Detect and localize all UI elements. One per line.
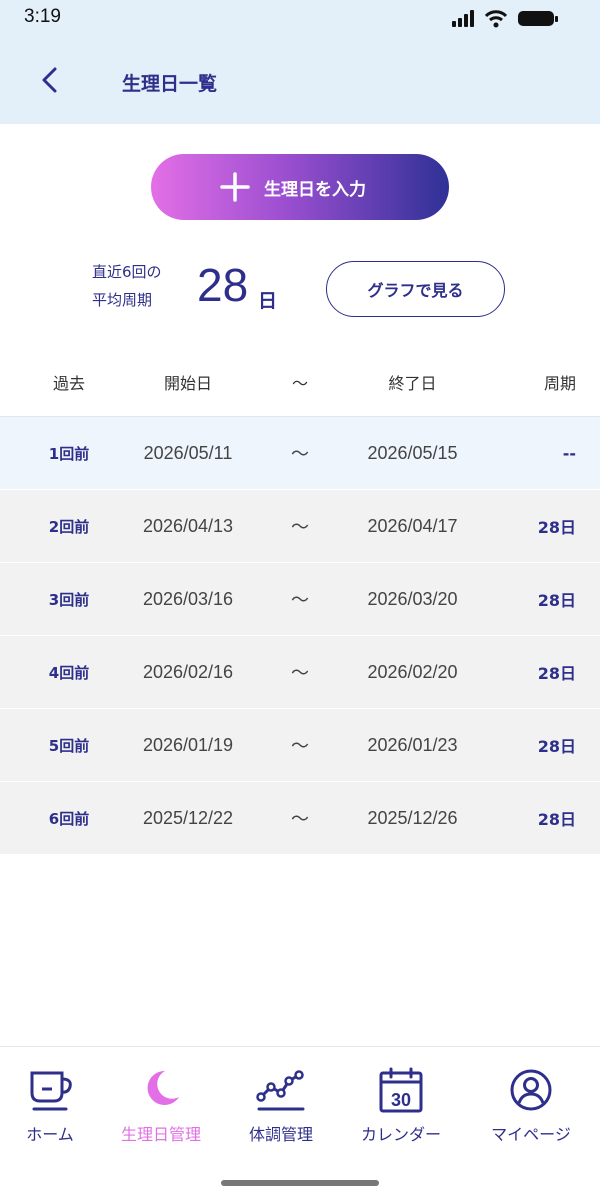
row-tilde: 〜 (291, 444, 309, 465)
page-title: 生理日一覧 (122, 73, 218, 95)
chevron-left-icon (42, 67, 57, 93)
row-start-date: 2026/04/13 (142, 515, 234, 536)
row-tilde: 〜 (291, 590, 309, 611)
row-start-date: 2026/05/11 (143, 442, 233, 463)
row-tilde: 〜 (291, 809, 309, 830)
row-cycle: 28日 (537, 591, 576, 610)
tab-period[interactable]: 生理日管理 (101, 1067, 221, 1151)
table-row[interactable]: 3回前 2026/03/16 〜 2026/03/20 28日 (0, 563, 600, 636)
tab-period-label: 生理日管理 (120, 1125, 201, 1144)
column-header-past: 過去 (52, 374, 85, 393)
add-period-button[interactable]: 生理日を入力 (151, 154, 449, 220)
tab-mypage[interactable]: マイページ (471, 1067, 591, 1151)
table-row[interactable]: 4回前 2026/02/16 〜 2026/02/20 28日 (0, 636, 600, 709)
table-row[interactable]: 2回前 2026/04/13 〜 2026/04/17 28日 (0, 490, 600, 563)
row-past: 6回前 (48, 809, 90, 828)
row-end-date: 2025/12/26 (367, 807, 458, 828)
signal-wifi-battery-icon (452, 10, 558, 28)
view-graph-button[interactable]: グラフで見る (326, 261, 505, 317)
moon-icon (147, 1070, 179, 1105)
row-end-date: 2026/05/15 (367, 442, 458, 463)
status-bar: 3:19 (0, 0, 600, 36)
row-end-date: 2026/02/20 (367, 661, 458, 682)
tab-bar: ホーム 生理日管理 体調管理 30 カレンダー マイページ (0, 1046, 600, 1200)
person-icon (510, 1069, 552, 1111)
row-start-date: 2026/01/19 (142, 734, 234, 755)
row-cycle: 28日 (537, 518, 576, 537)
row-end-date: 2026/01/23 (367, 734, 458, 755)
row-cycle: 28日 (537, 737, 576, 756)
cup-icon (30, 1071, 72, 1111)
row-cycle: 28日 (537, 664, 576, 683)
calendar-day-number: 30 (391, 1090, 411, 1110)
average-cycle-unit: 日 (258, 290, 278, 312)
plus-icon (220, 172, 250, 202)
status-icons (440, 8, 560, 28)
table-row[interactable]: 5回前 2026/01/19 〜 2026/01/23 28日 (0, 709, 600, 782)
row-past: 4回前 (48, 663, 90, 682)
row-past: 2回前 (48, 517, 90, 536)
row-tilde: 〜 (291, 736, 309, 757)
row-end-date: 2026/03/20 (367, 588, 458, 609)
row-tilde: 〜 (291, 517, 309, 538)
add-period-label: 生理日を入力 (264, 179, 366, 200)
tab-calendar[interactable]: 30 カレンダー (341, 1067, 461, 1151)
row-past: 3回前 (48, 590, 90, 609)
row-cycle: 28日 (537, 810, 576, 829)
row-end-date: 2026/04/17 (367, 515, 458, 536)
row-cycle: -- (562, 443, 576, 463)
tab-mypage-label: マイページ (491, 1125, 571, 1144)
status-time: 3:19 (24, 6, 61, 27)
table-header: 過去 開始日 〜 終了日 周期 (0, 356, 600, 408)
row-start-date: 2026/02/16 (142, 661, 234, 682)
table-row[interactable]: 1回前 2026/05/11 〜 2026/05/15 -- (0, 417, 600, 490)
average-label: 直近6回の 平均周期 (92, 258, 162, 314)
column-header-cycle: 周期 (543, 374, 576, 393)
average-label-line2: 平均周期 (92, 291, 153, 309)
row-past: 5回前 (48, 736, 90, 755)
tab-home-label: ホーム (26, 1125, 74, 1144)
tab-calendar-label: カレンダー (360, 1125, 441, 1144)
column-header-tilde: 〜 (291, 374, 308, 393)
row-start-date: 2026/03/16 (142, 588, 234, 609)
header: 生理日一覧 (0, 36, 600, 124)
column-header-start: 開始日 (163, 374, 212, 393)
line-graph-icon (256, 1070, 305, 1111)
column-header-end: 終了日 (388, 374, 437, 393)
back-button[interactable] (30, 60, 70, 100)
tab-condition-label: 体調管理 (248, 1125, 313, 1144)
row-start-date: 2025/12/22 (142, 807, 234, 828)
table-row[interactable]: 6回前 2025/12/22 〜 2025/12/26 28日 (0, 782, 600, 855)
home-indicator (221, 1180, 379, 1186)
calendar-icon: 30 (379, 1067, 423, 1113)
average-cycle-value: 28 (197, 259, 249, 311)
row-tilde: 〜 (291, 663, 309, 684)
average-label-line1: 直近6回の (92, 263, 162, 281)
row-past: 1回前 (48, 444, 90, 463)
period-list: 1回前 2026/05/11 〜 2026/05/15 -- 2回前 2026/… (0, 417, 600, 855)
tab-home[interactable]: ホーム (0, 1067, 110, 1151)
tab-condition[interactable]: 体調管理 (221, 1067, 341, 1151)
